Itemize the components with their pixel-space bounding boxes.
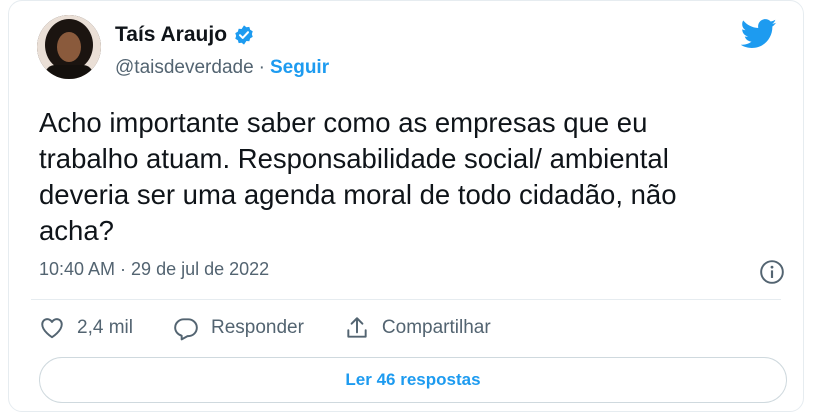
tweet-text: Acho importante saber como as empresas q… [39,107,677,246]
action-bar: 2,4 mil Responder Compartilhar [39,315,531,341]
reply-label: Responder [210,317,304,338]
share-icon [347,317,367,338]
display-name[interactable]: Taís Araujo [115,23,227,47]
twitter-bird-icon[interactable] [741,19,777,49]
handle[interactable]: @taisdeverdade [115,57,254,78]
timestamp[interactable]: 10:40 AM · 29 de jul de 2022 [39,259,269,280]
tweet-card: Taís Araujo @taisdeverdade · Seguir Acho i… [8,0,804,412]
share-button[interactable]: Compartilhar [344,315,491,341]
divider [31,299,781,300]
reply-button[interactable]: Responder [173,315,304,341]
info-icon[interactable] [759,259,785,285]
share-label: Compartilhar [381,317,491,338]
handle-row: @taisdeverdade · Seguir [115,57,329,79]
reply-icon [174,318,198,341]
avatar-image [37,15,101,79]
verified-badge-icon [235,25,253,45]
avatar[interactable] [37,15,101,79]
heart-icon [41,318,63,339]
like-button[interactable]: 2,4 mil [39,315,133,341]
read-replies-button[interactable]: Ler 46 respostas [39,357,787,403]
like-count: 2,4 mil [77,317,133,338]
author-name-row: Taís Araujo [115,23,255,47]
follow-link[interactable]: Seguir [270,57,329,78]
handle-separator: · [258,57,265,78]
